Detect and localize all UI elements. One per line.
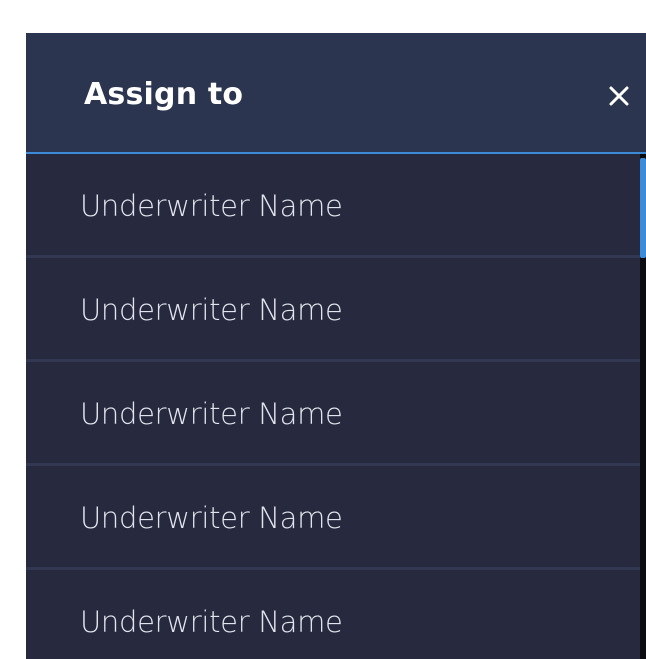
assign-to-dialog: Assign to Underwriter Name Underwriter N… bbox=[26, 33, 646, 659]
list-item-underwriter[interactable]: Underwriter Name bbox=[26, 154, 640, 258]
close-button[interactable] bbox=[601, 78, 637, 114]
underwriter-name-label: Underwriter Name bbox=[80, 501, 343, 535]
underwriter-name-label: Underwriter Name bbox=[80, 293, 343, 327]
list-item-underwriter[interactable]: Underwriter Name bbox=[26, 258, 640, 362]
dialog-header: Assign to bbox=[26, 33, 646, 154]
scrollbar[interactable] bbox=[640, 154, 646, 659]
scrollbar-thumb[interactable] bbox=[640, 158, 646, 258]
underwriter-name-label: Underwriter Name bbox=[80, 189, 343, 223]
list-item-underwriter[interactable]: Underwriter Name bbox=[26, 362, 640, 466]
underwriter-name-label: Underwriter Name bbox=[80, 397, 343, 431]
underwriter-name-label: Underwriter Name bbox=[80, 605, 343, 639]
underwriter-list: Underwriter Name Underwriter Name Underw… bbox=[26, 154, 640, 659]
list-item-underwriter[interactable]: Underwriter Name bbox=[26, 570, 640, 659]
list-item-underwriter[interactable]: Underwriter Name bbox=[26, 466, 640, 570]
close-icon bbox=[609, 86, 629, 106]
dialog-title: Assign to bbox=[84, 77, 244, 112]
